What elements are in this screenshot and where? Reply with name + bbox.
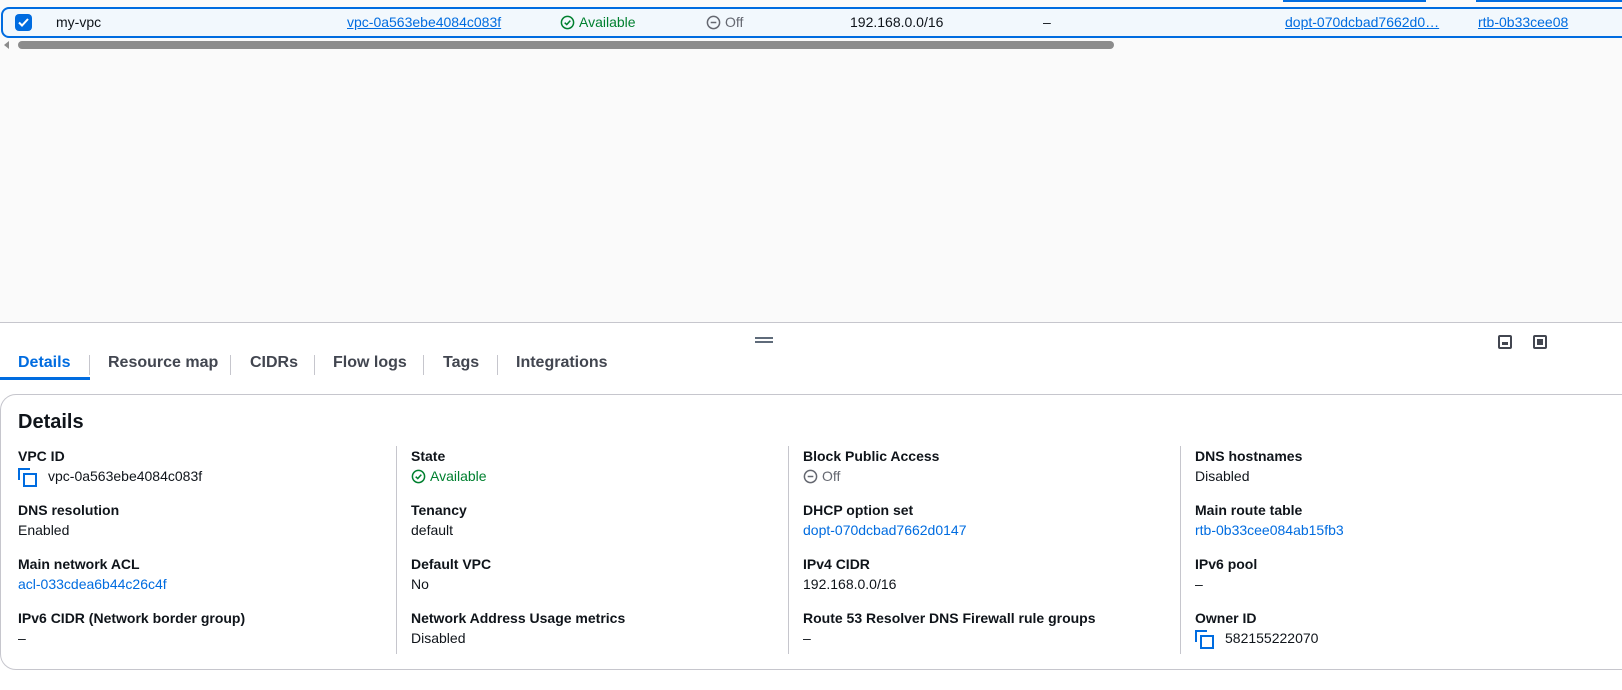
copy-icon[interactable] (1195, 630, 1214, 649)
panel-bottom-icon[interactable] (1498, 335, 1512, 349)
scroll-left-icon[interactable] (4, 41, 9, 49)
minus-circle-icon (803, 469, 818, 483)
field-value: default (411, 522, 454, 538)
state-value: Available (430, 468, 487, 484)
route-table-link[interactable]: rtb-0b33cee08 (1478, 14, 1568, 30)
column-link-underline (1476, 0, 1622, 2)
active-tab-indicator (0, 377, 90, 380)
field-nau-metrics: Network Address Usage metrics Disabled (411, 610, 625, 646)
ipv6-cidr-cell: – (1043, 14, 1051, 30)
block-public-access-cell: Off (706, 14, 743, 30)
field-label: DNS resolution (18, 502, 120, 518)
field-value: – (803, 630, 811, 646)
tab-integrations[interactable]: Integrations (516, 354, 608, 372)
field-route53-firewall: Route 53 Resolver DNS Firewall rule grou… (803, 610, 1096, 646)
field-value: vpc-0a563ebe4084c083f (18, 468, 203, 487)
field-label: DHCP option set (803, 502, 914, 518)
column-divider (788, 446, 789, 654)
row-checkbox[interactable] (15, 14, 32, 31)
minus-circle-icon (706, 15, 721, 29)
column-link-underline (1283, 0, 1426, 2)
route-table-link[interactable]: rtb-0b33cee084ab15fb3 (1195, 522, 1344, 538)
vpc-table-region: my-vpc vpc-0a563ebe4084c083f Available O… (0, 0, 1622, 322)
field-main-route-table: Main route table rtb-0b33cee084ab15fb3 (1195, 502, 1344, 538)
field-ipv6-pool: IPv6 pool – (1195, 556, 1257, 592)
field-value: Enabled (18, 522, 70, 538)
field-label: Main network ACL (18, 556, 140, 572)
field-ipv6-cidr: IPv6 CIDR (Network border group) – (18, 610, 245, 646)
tab-divider (230, 355, 231, 375)
checkmark-icon (18, 18, 29, 27)
field-dhcp-option-set: DHCP option set dopt-070dcbad7662d0147 (803, 502, 967, 538)
check-circle-icon (560, 15, 575, 29)
field-label: IPv4 CIDR (803, 556, 870, 572)
tab-cidrs[interactable]: CIDRs (250, 354, 298, 372)
field-dns-hostnames: DNS hostnames Disabled (1195, 448, 1302, 484)
state-label: Available (579, 14, 636, 30)
details-card: Details VPC ID vpc-0a563ebe4084c083f DNS… (0, 394, 1622, 670)
field-label: Owner ID (1195, 610, 1257, 626)
field-label: Default VPC (411, 556, 492, 572)
field-label: State (411, 448, 446, 464)
tab-details[interactable]: Details (18, 354, 70, 372)
tab-divider (314, 355, 315, 375)
field-value: – (1195, 576, 1203, 592)
field-value: Off (803, 468, 939, 484)
field-label: IPv6 pool (1195, 556, 1258, 572)
details-title: Details (18, 411, 84, 433)
column-divider (396, 446, 397, 654)
network-acl-link[interactable]: acl-033cdea6b44c26c4f (18, 576, 167, 592)
table-row-selected[interactable]: my-vpc vpc-0a563ebe4084c083f Available O… (1, 7, 1622, 38)
field-label: IPv6 CIDR (Network border group) (18, 610, 246, 626)
field-value: 582155222070 (1195, 630, 1319, 649)
field-value: 192.168.0.0/16 (803, 576, 897, 592)
field-value: No (411, 576, 429, 592)
tab-flow-logs[interactable]: Flow logs (333, 354, 407, 372)
scrollbar-thumb[interactable] (18, 41, 1114, 49)
ipv4-cidr-cell: 192.168.0.0/16 (850, 14, 944, 30)
field-default-vpc: Default VPC No (411, 556, 491, 592)
resize-handle-icon[interactable] (755, 337, 773, 344)
tab-resource-map[interactable]: Resource map (108, 354, 218, 372)
field-state: State Available (411, 448, 487, 484)
field-vpc-id: VPC ID vpc-0a563ebe4084c083f (18, 448, 203, 487)
dhcp-option-set-link[interactable]: dopt-070dcbad7662d0147 (803, 522, 967, 538)
dhcp-option-set-link[interactable]: dopt-070dcbad7662d0… (1285, 14, 1439, 30)
panel-side-icon[interactable] (1533, 335, 1547, 349)
field-label: Main route table (1195, 502, 1303, 518)
bpa-value: Off (822, 468, 841, 484)
field-ipv4-cidr: IPv4 CIDR 192.168.0.0/16 (803, 556, 896, 592)
field-label: Block Public Access (803, 448, 940, 464)
tab-tags[interactable]: Tags (443, 354, 479, 372)
field-owner-id: Owner ID 582155222070 (1195, 610, 1319, 649)
field-block-public-access: Block Public Access Off (803, 448, 939, 484)
vpc-name-cell: my-vpc (56, 14, 102, 30)
check-circle-icon (411, 469, 426, 483)
bpa-label: Off (725, 14, 744, 30)
horizontal-scrollbar[interactable] (0, 40, 1622, 50)
tab-divider (497, 355, 498, 375)
field-label: DNS hostnames (1195, 448, 1303, 464)
field-value: Disabled (411, 630, 466, 646)
field-value: – (18, 630, 26, 646)
field-value: Available (411, 468, 487, 484)
field-label: Route 53 Resolver DNS Firewall rule grou… (803, 610, 1096, 626)
field-label: VPC ID (18, 448, 65, 464)
field-main-network-acl: Main network ACL acl-033cdea6b44c26c4f (18, 556, 167, 592)
field-label: Tenancy (411, 502, 467, 518)
column-divider (1180, 446, 1181, 654)
field-value: Disabled (1195, 468, 1250, 484)
field-label: Network Address Usage metrics (411, 610, 626, 626)
split-panel: Details Resource map CIDRs Flow logs Tag… (0, 322, 1622, 690)
tab-divider (423, 355, 424, 375)
copy-icon[interactable] (18, 468, 37, 487)
vpc-id-link[interactable]: vpc-0a563ebe4084c083f (347, 14, 501, 30)
state-cell: Available (560, 14, 636, 30)
field-tenancy: Tenancy default (411, 502, 467, 538)
tab-divider (89, 355, 90, 375)
field-dns-resolution: DNS resolution Enabled (18, 502, 119, 538)
vpc-id-value: vpc-0a563ebe4084c083f (48, 468, 203, 484)
owner-id-value: 582155222070 (1225, 630, 1319, 646)
